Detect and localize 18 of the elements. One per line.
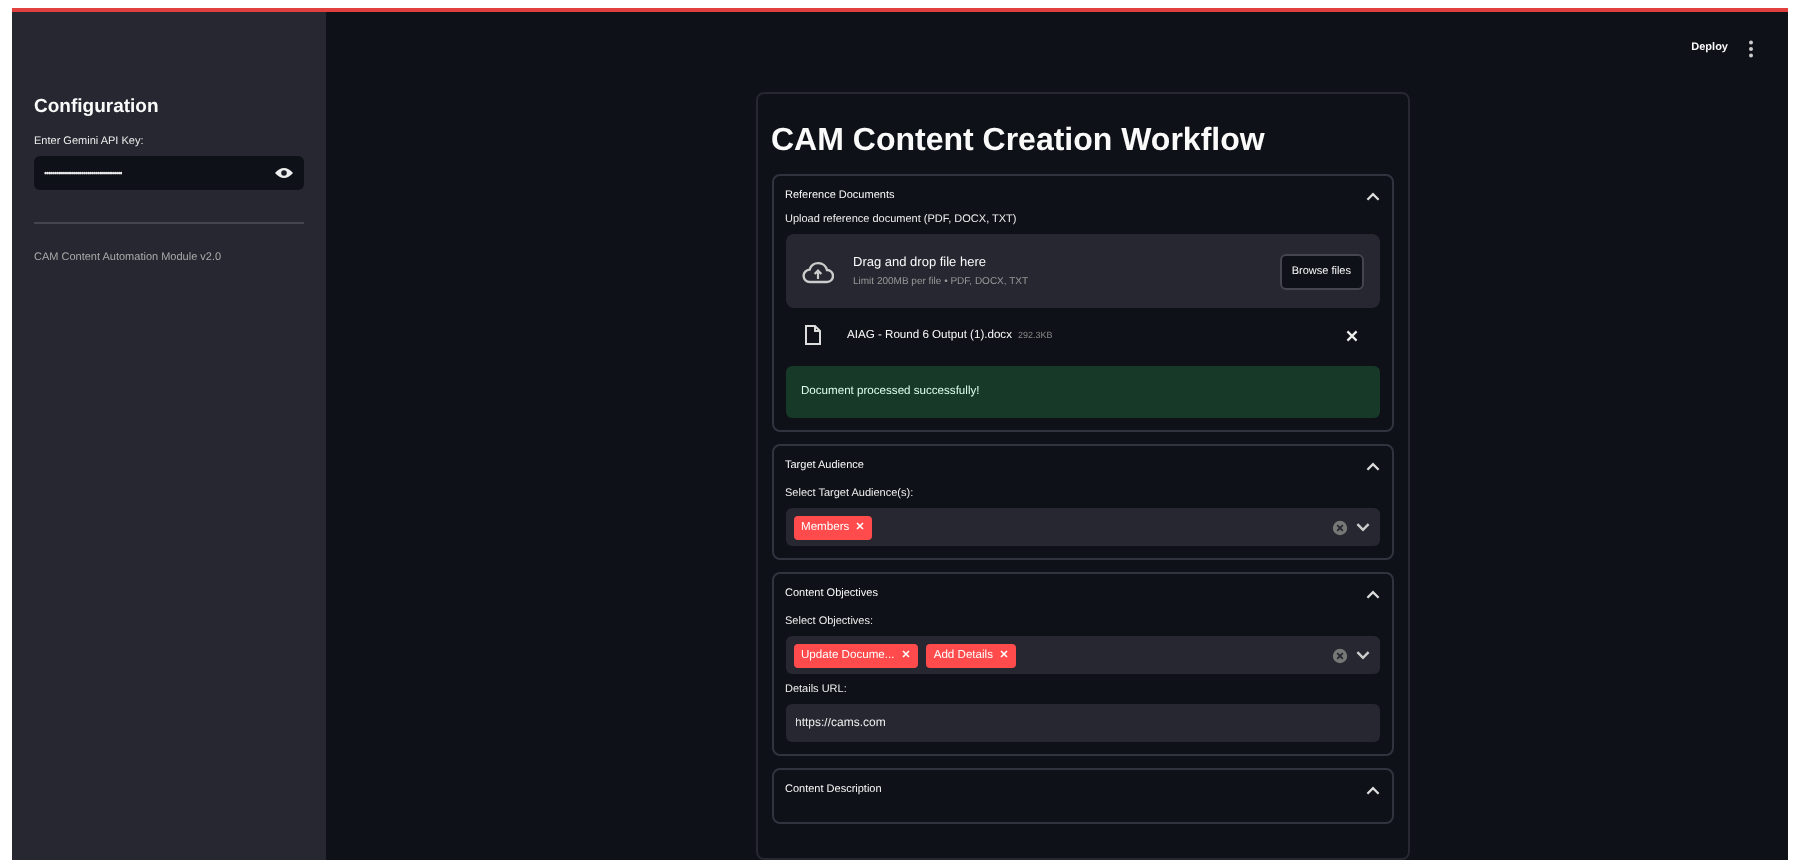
- chevron-up-icon[interactable]: [1365, 785, 1379, 795]
- close-icon[interactable]: [1345, 329, 1357, 341]
- dropdown-caret-icon[interactable]: [1355, 522, 1369, 532]
- chevron-up-icon[interactable]: [1365, 461, 1379, 471]
- document-icon: [803, 324, 821, 346]
- page-title: CAM Content Creation Workflow: [771, 124, 1267, 160]
- dropdown-caret-icon[interactable]: [1355, 650, 1369, 660]
- remove-tag-icon[interactable]: [856, 521, 865, 529]
- clear-icon[interactable]: [1331, 519, 1347, 535]
- remove-tag-icon[interactable]: [1000, 649, 1009, 657]
- cloud-upload-icon: [801, 259, 833, 283]
- sidebar-title: Configuration: [34, 96, 161, 118]
- chevron-up-icon[interactable]: [1365, 191, 1379, 201]
- clear-icon[interactable]: [1331, 647, 1347, 663]
- remove-tag-icon[interactable]: [901, 649, 910, 657]
- more-menu-icon[interactable]: [1748, 39, 1754, 57]
- eye-icon[interactable]: [274, 166, 294, 180]
- chevron-up-icon[interactable]: [1365, 589, 1379, 599]
